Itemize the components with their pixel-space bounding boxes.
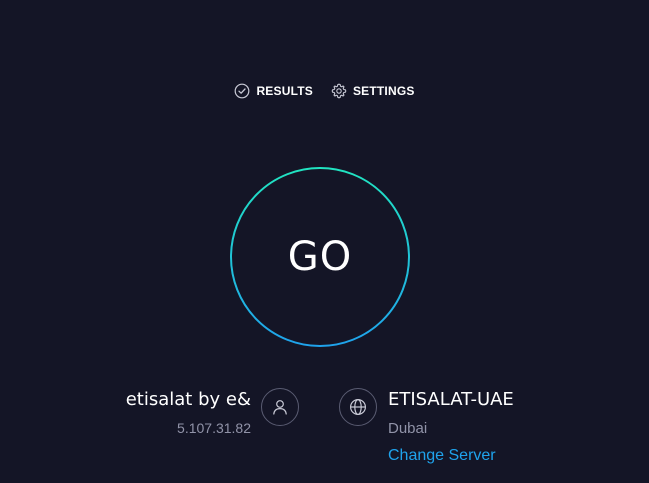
- go-button-wrapper: GO: [229, 166, 411, 348]
- check-circle-icon: [234, 83, 250, 99]
- settings-nav-item[interactable]: SETTINGS: [331, 83, 415, 99]
- top-nav: RESULTS SETTINGS: [0, 81, 649, 101]
- go-button[interactable]: GO: [229, 166, 411, 348]
- change-server-link[interactable]: Change Server: [388, 447, 496, 465]
- server-info: ETISALAT-UAE Dubai Change Server: [388, 389, 514, 465]
- results-label: RESULTS: [256, 84, 313, 98]
- isp-name: etisalat by e&: [125, 389, 251, 410]
- server-location: Dubai: [388, 420, 428, 437]
- server-name: ETISALAT-UAE: [388, 389, 514, 410]
- globe-icon: [339, 388, 377, 426]
- user-icon: [261, 388, 299, 426]
- go-label: GO: [287, 234, 353, 280]
- isp-info: etisalat by e& 5.107.31.82: [126, 389, 251, 436]
- results-nav-item[interactable]: RESULTS: [234, 83, 313, 99]
- gear-icon: [331, 83, 347, 99]
- isp-ip: 5.107.31.82: [177, 420, 251, 436]
- settings-label: SETTINGS: [352, 84, 415, 98]
